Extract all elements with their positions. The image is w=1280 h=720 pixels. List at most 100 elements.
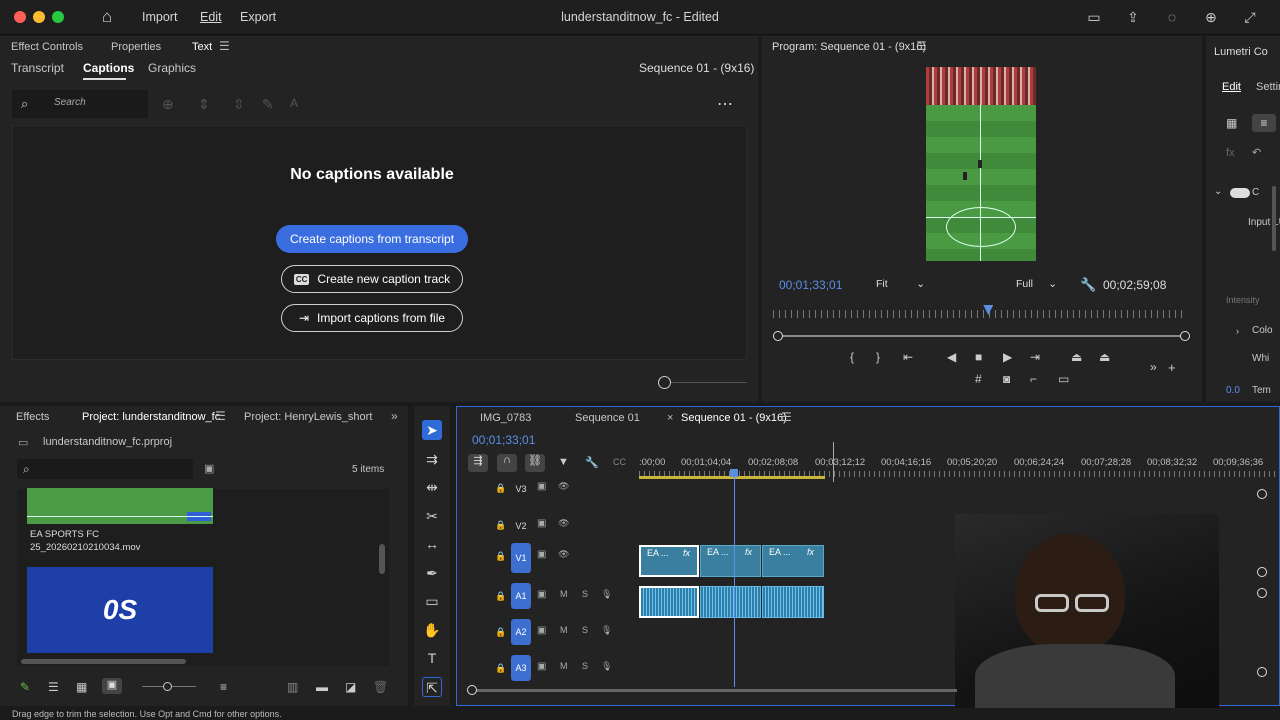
video-clip[interactable]: EA ... fx xyxy=(762,545,824,577)
more-tabs-icon[interactable]: » xyxy=(391,409,398,423)
tab-graphics[interactable]: Graphics xyxy=(148,61,196,75)
video-clip[interactable]: EA ... fx xyxy=(639,545,699,577)
track-lock-icon[interactable]: 🔒 xyxy=(495,663,506,674)
timeline-tab-seq-9x16[interactable]: Sequence 01 - (9x16) xyxy=(681,412,787,424)
audio-clip[interactable] xyxy=(639,586,699,618)
compare-icon[interactable]: ⌐ xyxy=(1030,372,1037,386)
temp-value[interactable]: 0.0 xyxy=(1226,385,1240,396)
panel-menu-icon[interactable]: ☰ xyxy=(219,39,230,53)
vr-icon[interactable]: ▭ xyxy=(1058,372,1069,386)
new-bin-icon[interactable]: ▣ xyxy=(204,462,214,475)
fullscreen-icon[interactable]: ⤢ xyxy=(1242,9,1258,25)
more-controls-icon[interactable]: » xyxy=(1150,360,1157,374)
program-current-timecode[interactable]: 00;01;33;01 xyxy=(779,278,842,292)
lumetri-scrollbar[interactable] xyxy=(1272,186,1276,251)
mute-button[interactable]: M xyxy=(560,661,568,671)
create-new-caption-track-button[interactable]: CC Create new caption track xyxy=(281,265,463,293)
mark-out-icon[interactable]: } xyxy=(876,350,880,364)
insert-sequence-icon[interactable]: ⇶ xyxy=(468,454,488,472)
track-label[interactable]: A2 xyxy=(511,619,531,645)
clip1-thumbnail[interactable] xyxy=(27,488,213,524)
program-scrub-bar[interactable] xyxy=(773,335,1187,337)
minimize-window-button[interactable] xyxy=(33,11,45,23)
import-captions-button[interactable]: ⇥ Import captions from file xyxy=(281,304,463,332)
timeline-playhead-handle[interactable] xyxy=(730,469,738,477)
out-point-handle[interactable] xyxy=(1180,331,1190,341)
track-label[interactable]: A1 xyxy=(511,583,531,609)
mute-button[interactable]: M xyxy=(560,625,568,635)
tab-project-henry[interactable]: Project: HenryLewis_short xyxy=(244,411,372,423)
project-menu-icon[interactable]: ☰ xyxy=(215,409,226,423)
timeline-tab-seq01[interactable]: Sequence 01 xyxy=(575,412,640,424)
voiceover-record-icon[interactable]: 🎙 xyxy=(601,625,612,636)
timeline-timecode[interactable]: 00;01;33;01 xyxy=(472,433,535,447)
tab-text[interactable]: Text xyxy=(192,41,212,53)
lumetri-grid-icon[interactable]: ▦ xyxy=(1226,116,1237,130)
go-to-out-icon[interactable]: ⇥ xyxy=(1030,350,1040,364)
audio-clip[interactable] xyxy=(762,586,824,618)
merge-caption-icon[interactable]: ⇳ xyxy=(233,96,245,113)
tab-transcript[interactable]: Transcript xyxy=(11,61,64,75)
freeform-view-icon[interactable]: ▣ xyxy=(102,678,122,694)
list-view-icon[interactable]: ☰ xyxy=(48,680,59,694)
track-label[interactable]: V1 xyxy=(511,543,531,573)
menu-edit[interactable]: Edit xyxy=(200,10,222,24)
selection-tool-icon[interactable]: ➤ xyxy=(422,420,442,440)
create-captions-from-transcript-button[interactable]: Create captions from transcript xyxy=(276,225,468,253)
tab-project-main[interactable]: Project: lunderstanditnow_fc xyxy=(82,411,220,423)
undo-icon[interactable]: ↶ xyxy=(1252,146,1261,159)
lift-icon[interactable]: ⏏ xyxy=(1071,350,1082,364)
safe-margins-icon[interactable]: # xyxy=(975,372,982,386)
edit-caption-icon[interactable]: ✎ xyxy=(262,96,274,113)
track-sync-icon[interactable]: ▣ xyxy=(537,589,546,600)
color-chevron-icon[interactable]: › xyxy=(1236,326,1239,336)
thumbnail-size-handle[interactable] xyxy=(163,682,172,691)
clip2-thumbnail[interactable]: 0S xyxy=(27,567,213,653)
color-toggle[interactable] xyxy=(1230,188,1250,198)
track-sync-icon[interactable]: ▣ xyxy=(537,625,546,636)
home-icon[interactable]: ⌂ xyxy=(99,8,115,25)
track-label[interactable]: A3 xyxy=(511,655,531,681)
lumetri-sliders-icon[interactable]: ≡ xyxy=(1252,114,1276,132)
timeline-horizontal-scrollbar[interactable] xyxy=(477,689,957,692)
audio-track-scroll-handle[interactable] xyxy=(1257,588,1267,598)
wrench-icon[interactable]: 🔧 xyxy=(1080,277,1096,293)
quality-dropdown[interactable]: Full ⌄ xyxy=(1009,274,1063,294)
audio-clip[interactable] xyxy=(700,586,761,618)
program-time-ruler[interactable] xyxy=(773,310,1187,318)
track-sync-icon[interactable]: ▣ xyxy=(537,661,546,672)
linked-selection-icon[interactable]: ⛓ xyxy=(525,454,545,472)
video-preview[interactable] xyxy=(926,67,1036,261)
solo-button[interactable]: S xyxy=(582,589,588,599)
more-options-icon[interactable]: ⋯ xyxy=(717,94,733,114)
voiceover-record-icon[interactable]: 🎙 xyxy=(601,589,612,600)
project-search-input[interactable]: ⌕ xyxy=(17,459,193,479)
type-tool-icon[interactable]: T xyxy=(422,648,442,668)
timeline-tab-img[interactable]: IMG_0783 xyxy=(480,412,531,424)
captions-toggle-icon[interactable]: CC xyxy=(613,457,626,467)
tab-effects[interactable]: Effects xyxy=(16,411,49,423)
slip-tool-icon[interactable]: ↔ xyxy=(422,534,442,554)
extract-icon[interactable]: ⏏ xyxy=(1099,350,1110,364)
track-lock-icon[interactable]: 🔒 xyxy=(495,627,506,638)
icon-view-icon[interactable]: ▦ xyxy=(76,680,87,694)
new-item-icon[interactable]: ◪ xyxy=(345,680,356,694)
fx-icon[interactable]: fx xyxy=(1226,147,1235,159)
track-lock-icon[interactable]: 🔒 xyxy=(495,520,506,531)
add-marker-icon[interactable]: ▼ xyxy=(558,456,569,468)
zoom-slider-handle[interactable] xyxy=(658,376,671,389)
maximize-window-button[interactable] xyxy=(52,11,64,23)
workspace-icon[interactable]: ▭ xyxy=(1086,9,1102,25)
track-output-icon[interactable]: ▣ xyxy=(537,481,546,492)
translate-icon[interactable]: A xyxy=(290,96,298,110)
video-track-scroll-handle[interactable] xyxy=(1257,567,1267,577)
solo-button[interactable]: S xyxy=(582,625,588,635)
sort-icon[interactable]: ≡ xyxy=(220,680,227,694)
pen-tool-icon[interactable]: ✒ xyxy=(422,563,442,583)
stop-icon[interactable]: ■ xyxy=(975,350,982,364)
hand-tool-icon[interactable]: ✋ xyxy=(422,620,442,640)
track-label[interactable]: V3 xyxy=(511,479,531,499)
rectangle-tool-icon[interactable]: ▭ xyxy=(422,591,442,611)
zoom-slider-track[interactable] xyxy=(671,382,747,383)
snap-icon[interactable]: ∩ xyxy=(497,454,517,472)
